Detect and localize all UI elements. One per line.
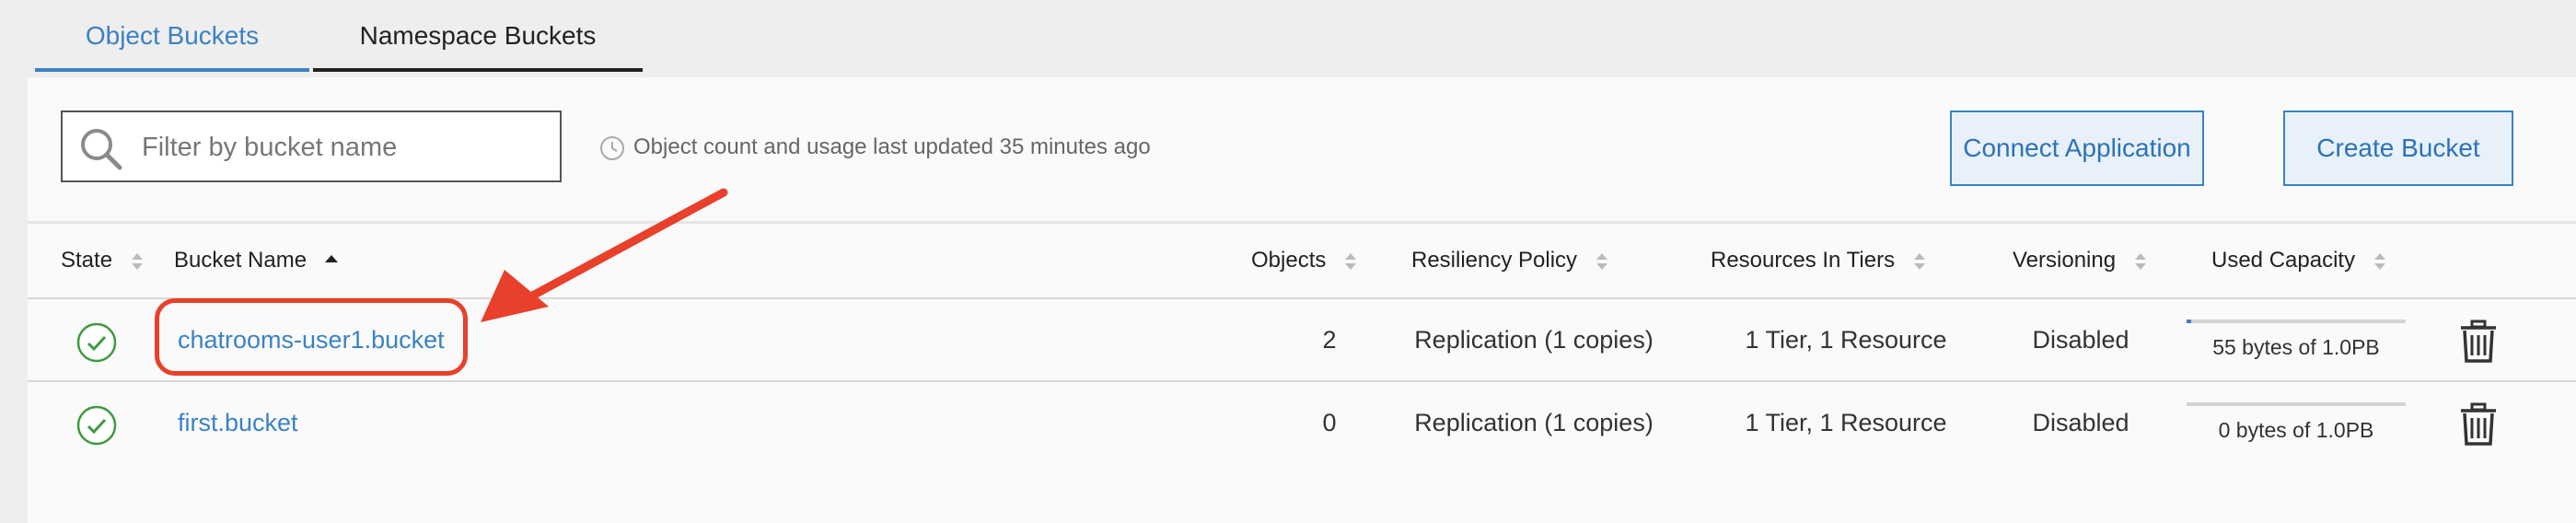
trash-icon[interactable] <box>2458 320 2499 364</box>
column-label: Resources In Tiers <box>1711 248 1896 273</box>
column-header-resources-in-tiers[interactable]: Resources In Tiers <box>1711 224 1927 297</box>
column-label: State <box>61 248 113 273</box>
versioning-status: Disabled <box>2032 326 2129 354</box>
last-updated-note: Object count and usage last updated 35 m… <box>598 129 1151 166</box>
objects-count: 2 <box>1322 326 1337 354</box>
trash-icon[interactable] <box>2458 402 2499 447</box>
column-header-bucket-name[interactable]: Bucket Name <box>174 224 339 297</box>
connect-application-button[interactable]: Connect Application <box>1950 110 2204 186</box>
tab-object-buckets[interactable]: Object Buckets <box>35 0 309 72</box>
column-label: Resiliency Policy <box>1411 248 1578 273</box>
tab-namespace-buckets[interactable]: Namespace Buckets <box>313 0 643 72</box>
capacity-bar <box>2187 320 2406 323</box>
table-row: first.bucket 0 Replication (1 copies) 1 … <box>28 382 2576 463</box>
capacity-bar <box>2187 402 2406 406</box>
objects-count: 0 <box>1322 409 1337 436</box>
sort-icon <box>1913 252 1925 270</box>
sort-icon <box>2134 252 2146 270</box>
capacity-bar-fill <box>2187 320 2191 323</box>
sort-icon <box>131 252 143 270</box>
resources-in-tiers: 1 Tier, 1 Resource <box>1745 326 1947 354</box>
column-header-used-capacity[interactable]: Used Capacity <box>2211 224 2387 297</box>
check-circle-icon <box>76 405 117 446</box>
create-bucket-button[interactable]: Create Bucket <box>2283 110 2513 186</box>
table-header: State Bucket Name Objects Resiliency Pol… <box>28 224 2576 299</box>
resources-in-tiers: 1 Tier, 1 Resource <box>1745 409 1947 436</box>
sort-icon <box>1595 252 1607 270</box>
bucket-tabs: Object Buckets Namespace Buckets <box>35 0 643 72</box>
column-label: Bucket Name <box>174 248 307 273</box>
annotation-highlight-box <box>155 298 468 376</box>
column-header-state[interactable]: State <box>61 224 145 297</box>
versioning-status: Disabled <box>2032 409 2129 436</box>
search-icon <box>81 129 122 170</box>
column-label: Used Capacity <box>2211 248 2356 273</box>
clock-icon <box>600 135 624 160</box>
resiliency-policy: Replication (1 copies) <box>1414 326 1654 354</box>
column-label: Versioning <box>2013 248 2117 273</box>
last-updated-text: Object count and usage last updated 35 m… <box>633 134 1151 159</box>
column-header-versioning[interactable]: Versioning <box>2013 224 2148 297</box>
capacity-text: 0 bytes of 1.0PB <box>2218 418 2374 442</box>
capacity-text: 55 bytes of 1.0PB <box>2212 335 2380 359</box>
used-capacity: 0 bytes of 1.0PB <box>2187 382 2406 463</box>
bucket-name-link[interactable]: first.bucket <box>178 382 298 463</box>
column-label: Objects <box>1251 248 1327 273</box>
column-header-resiliency-policy[interactable]: Resiliency Policy <box>1411 224 1609 297</box>
sort-icon <box>1345 252 1357 270</box>
sort-icon <box>2373 252 2385 270</box>
search-input[interactable] <box>140 112 549 182</box>
annotation-arrow <box>481 188 728 322</box>
column-header-objects[interactable]: Objects <box>1251 224 1358 297</box>
toolbar: Object count and usage last updated 35 m… <box>28 77 2576 224</box>
sort-ascending-icon <box>324 254 338 262</box>
resiliency-policy: Replication (1 copies) <box>1414 409 1654 436</box>
search-box[interactable] <box>61 110 562 182</box>
used-capacity: 55 bytes of 1.0PB <box>2187 299 2406 380</box>
check-circle-icon <box>76 322 117 363</box>
